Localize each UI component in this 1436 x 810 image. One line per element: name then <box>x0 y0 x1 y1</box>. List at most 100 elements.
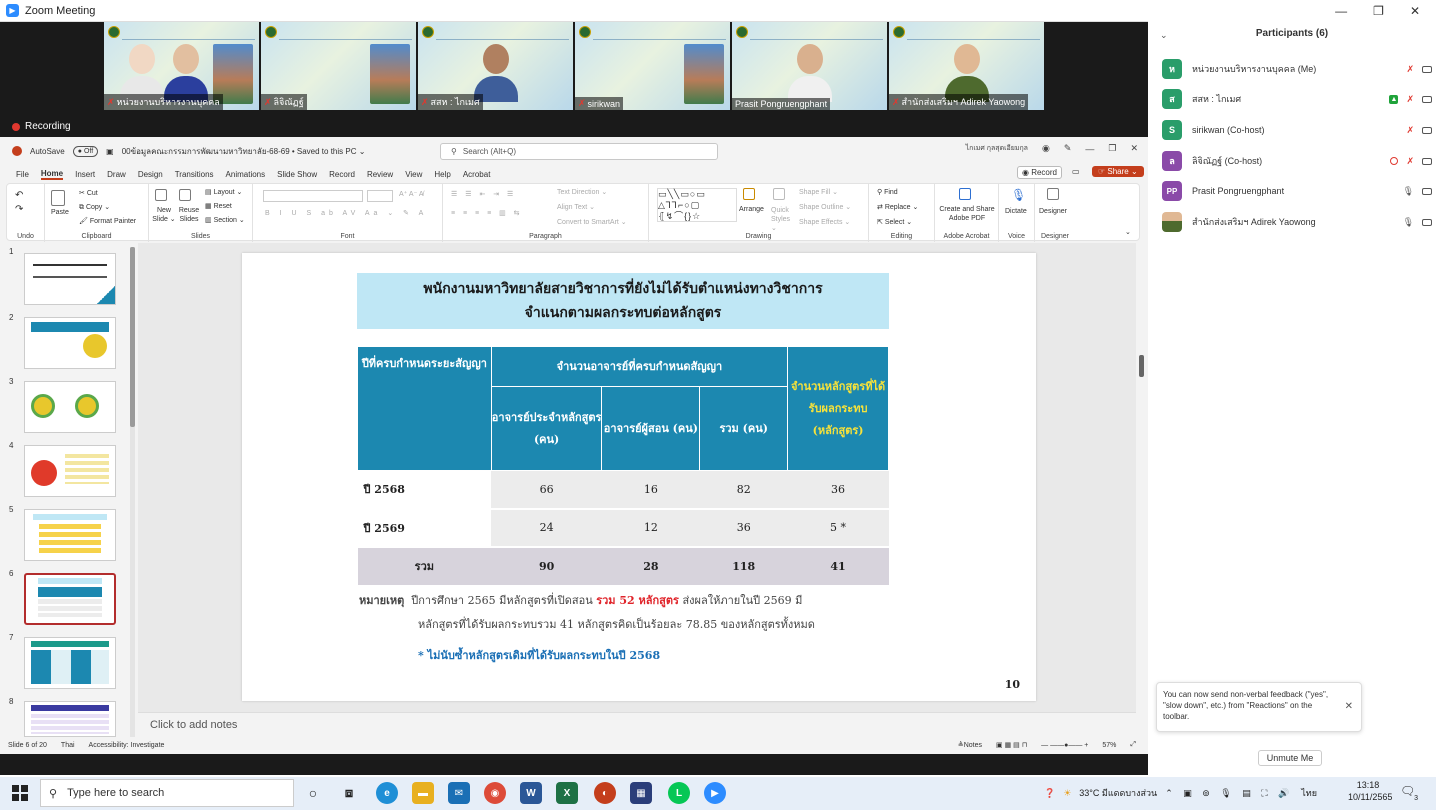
camera-icon[interactable] <box>1422 126 1432 134</box>
camera-icon[interactable] <box>1422 218 1432 226</box>
reset-button[interactable]: ▦ Reset <box>205 202 232 210</box>
font-format-buttons[interactable]: B I U S ab AV Aa ⌄ ✎ A <box>265 209 427 217</box>
mic-muted-icon[interactable]: ✗ <box>1406 64 1414 75</box>
zoom-slider[interactable]: — ——●—— + <box>1041 742 1088 749</box>
align-buttons[interactable]: ≡ ≡ ≡ ≡ ▥ ⇆ <box>451 209 523 217</box>
dictate-icon[interactable]: 🎙 <box>1011 188 1026 202</box>
video-tile[interactable]: ✗ สำนักส่งเสริมฯ Adirek Yaowong <box>889 22 1044 110</box>
new-slide-button[interactable] <box>155 189 169 201</box>
user-name[interactable]: ไกเมศ กุลสุดเอียมกุล <box>966 143 1028 154</box>
align-text-button[interactable]: Align Text ⌄ <box>557 203 595 211</box>
tray-icons[interactable]: ⌃ ▣ ⊚ 🎙︎ ▤ ⛶ 🔊 <box>1165 788 1293 799</box>
slide-thumbnail[interactable] <box>24 701 116 737</box>
comment-icon[interactable]: ▭ <box>1072 167 1080 176</box>
format-painter-button[interactable]: 🖌 Format Painter <box>79 217 136 225</box>
slide-thumbnail[interactable] <box>24 445 116 497</box>
participant-row[interactable]: สำนักส่งเสริมฯ Adirek Yaowong 🎙︎ <box>1162 211 1432 233</box>
shapes-gallery[interactable]: ▭╲╲▭○▭ △⅂⅂⌐○▢ ⦃↯⌒{}☆ <box>657 188 737 222</box>
menu-draw[interactable]: Draw <box>107 170 126 179</box>
unmute-button[interactable]: Unmute Me <box>1258 750 1322 766</box>
menu-acrobat[interactable]: Acrobat <box>463 170 491 179</box>
file-name[interactable]: 00ข้อมูลคณะกรรมการพัฒนามหาวิทยาลัย-68-69… <box>122 145 366 158</box>
mail-icon[interactable]: ✉ <box>448 782 470 804</box>
weather-text[interactable]: 33°C มีแดดบางส่วน <box>1079 786 1157 800</box>
reuse-slides-button[interactable] <box>179 189 193 201</box>
app-docs-icon[interactable]: ▦ <box>630 782 652 804</box>
font-size-select[interactable] <box>367 190 393 202</box>
undo-icon[interactable]: ↶ <box>15 190 23 201</box>
help-icon[interactable]: ❓ <box>1044 788 1055 799</box>
record-button[interactable]: ◉ Record <box>1017 166 1062 179</box>
task-view-icon[interactable]: ⧈ <box>338 782 360 804</box>
replace-button[interactable]: ⇄ Replace ⌄ <box>877 203 918 211</box>
quick-styles-button[interactable] <box>773 188 787 200</box>
video-tile[interactable]: ✗ หน่วยงานบริหารงานบุคคล <box>104 22 259 110</box>
slide-thumbnail-selected[interactable] <box>24 573 116 625</box>
video-tile[interactable]: ✗ sirikwan <box>575 22 730 110</box>
create-pdf-button[interactable] <box>959 188 973 200</box>
menu-animations[interactable]: Animations <box>226 170 266 179</box>
menu-slide-show[interactable]: Slide Show <box>277 170 317 179</box>
fit-slide-icon[interactable]: ⤢ <box>1130 741 1136 749</box>
menu-home[interactable]: Home <box>40 169 64 180</box>
slide-thumbnail[interactable] <box>24 317 116 369</box>
menu-review[interactable]: Review <box>367 170 393 179</box>
thumbnail-scrollbar[interactable] <box>130 247 135 737</box>
shape-outline-button[interactable]: Shape Outline ⌄ <box>799 203 851 211</box>
slide-thumbnail[interactable] <box>24 637 116 689</box>
camera-icon[interactable] <box>1422 187 1432 195</box>
close-icon[interactable]: ✕ <box>1345 701 1353 712</box>
section-button[interactable]: ▥ Section ⌄ <box>205 216 245 224</box>
save-icon[interactable]: ▣ <box>106 147 114 156</box>
slide-thumbnail[interactable] <box>24 253 116 305</box>
cortana-icon[interactable]: ○ <box>302 782 324 804</box>
canvas-scrollbar[interactable] <box>1136 243 1148 738</box>
participant-row[interactable]: ส สสห : ไกเมศ ▲ ✗ <box>1162 88 1432 110</box>
video-tile[interactable]: ✗ สสห : ไกเมศ <box>418 22 573 110</box>
windows-start-icon[interactable] <box>12 785 28 801</box>
menu-help[interactable]: Help <box>434 170 450 179</box>
close-button[interactable]: ✕ <box>1410 4 1420 18</box>
accessibility-status[interactable]: Accessibility: Investigate <box>89 742 165 749</box>
search-input[interactable]: ⚲ Search (Alt+Q) <box>440 143 718 160</box>
menu-insert[interactable]: Insert <box>75 170 95 179</box>
mic-muted-icon[interactable]: ✗ <box>1406 94 1414 105</box>
designer-button[interactable] <box>1047 188 1061 200</box>
redo-icon[interactable]: ↷ <box>15 204 23 215</box>
recording-indicator[interactable]: Recording <box>12 121 71 132</box>
menu-transitions[interactable]: Transitions <box>175 170 214 179</box>
cut-button[interactable]: ✂ Cut <box>79 189 98 197</box>
word-icon[interactable]: W <box>520 782 542 804</box>
arrange-button[interactable] <box>743 188 757 200</box>
autosave-toggle[interactable]: ● Off <box>72 145 99 157</box>
camera-icon[interactable] <box>1422 157 1432 165</box>
taskbar-search-input[interactable]: ⚲ Type here to search <box>40 779 294 807</box>
minimize-button[interactable]: — <box>1335 4 1347 18</box>
input-language[interactable]: ไทย <box>1301 786 1317 800</box>
ppt-minimize-button[interactable]: — <box>1085 144 1094 154</box>
pen-icon[interactable]: ✎ <box>1064 143 1072 154</box>
mic-muted-icon[interactable]: ✗ <box>1406 125 1414 136</box>
mic-icon[interactable]: 🎙︎ <box>1403 186 1414 197</box>
participant-row[interactable]: S sirikwan (Co-host) ✗ <box>1162 119 1432 141</box>
edge-icon[interactable]: e <box>376 782 398 804</box>
shape-fill-button[interactable]: Shape Fill ⌄ <box>799 188 838 196</box>
file-explorer-icon[interactable]: ▬ <box>412 782 434 804</box>
slide-thumbnail[interactable] <box>24 381 116 433</box>
share-button[interactable]: ☞ Share ⌄ <box>1092 166 1144 177</box>
participant-row[interactable]: ล ลิจิณัฏฐ์ (Co-host) ✗ <box>1162 150 1432 172</box>
list-buttons[interactable]: ☰ ☰ ⇤ ⇥ ☰ <box>451 190 516 198</box>
chrome-icon[interactable]: ◉ <box>484 782 506 804</box>
excel-icon[interactable]: X <box>556 782 578 804</box>
zoom-taskbar-icon[interactable]: ▶ <box>704 782 726 804</box>
mic-muted-icon[interactable]: ✗ <box>1406 156 1414 167</box>
participant-row[interactable]: ห หน่วยงานบริหารงานบุคคล (Me) ✗ <box>1162 58 1432 80</box>
menu-record[interactable]: Record <box>329 170 355 179</box>
copy-button[interactable]: ⧉ Copy ⌄ <box>79 203 110 212</box>
camera-icon[interactable] <box>1422 95 1432 103</box>
notification-icon[interactable]: 🗨 3 <box>1400 784 1418 802</box>
menu-view[interactable]: View <box>405 170 422 179</box>
ppt-close-button[interactable]: ✕ <box>1130 143 1138 154</box>
weather-icon[interactable]: ☀ <box>1063 788 1071 799</box>
participant-row[interactable]: PP Prasit Pongruengphant 🎙︎ <box>1162 180 1432 202</box>
